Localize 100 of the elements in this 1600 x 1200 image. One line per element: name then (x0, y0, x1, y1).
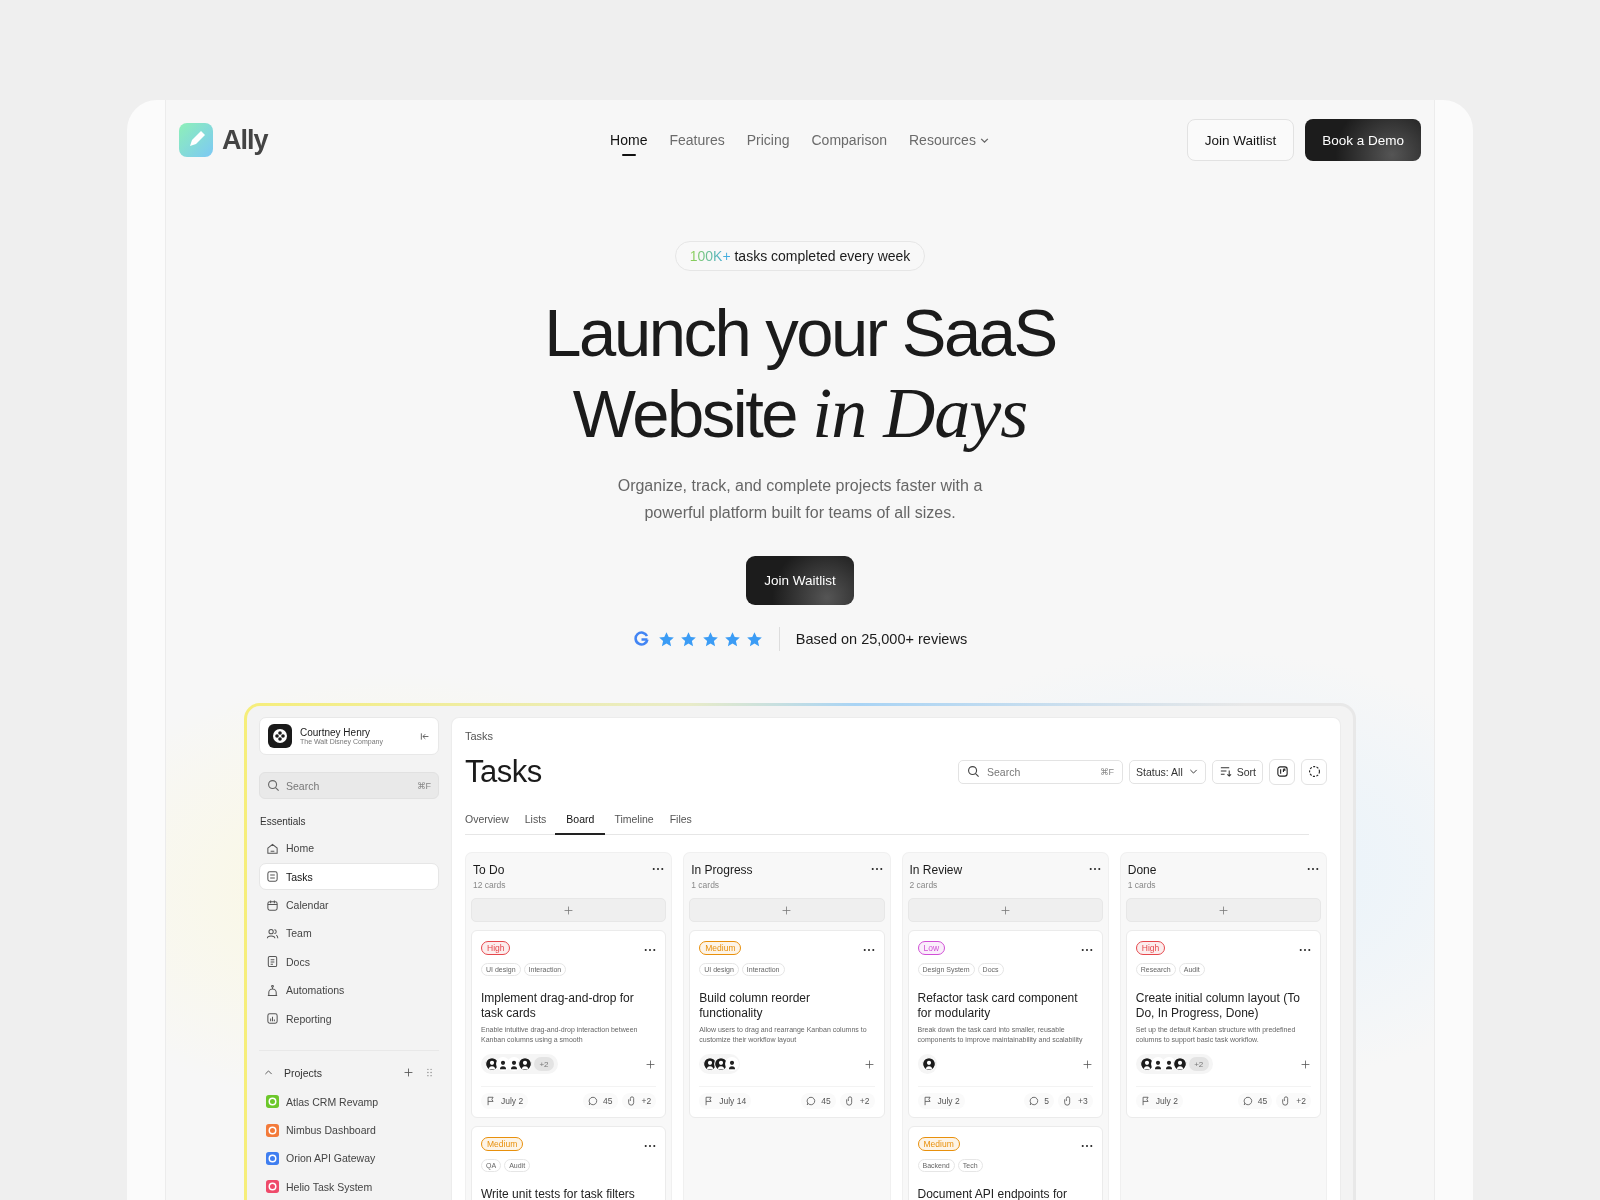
tab[interactable]: Overview (465, 810, 516, 834)
priority-tag: Medium (699, 941, 742, 955)
more-icon[interactable] (1080, 948, 1093, 952)
section-title: Essentials (259, 816, 307, 827)
page-title: Tasks (465, 754, 542, 790)
flag-icon (486, 1096, 496, 1106)
join-waitlist-button[interactable]: Join Waitlist (746, 556, 854, 605)
avatar-icon (518, 1057, 532, 1071)
tab[interactable]: Timeline (607, 810, 661, 834)
headline: Website in Days (572, 373, 1028, 454)
priority-tag: Low (917, 941, 946, 955)
shortcut-hint: ⌘F (416, 780, 431, 791)
join-waitlist-button[interactable]: Join Waitlist (1186, 119, 1295, 161)
more-icon[interactable] (862, 948, 875, 952)
due-date: July 2 (481, 1093, 529, 1109)
subtitle: powerful platform built for teams of all sizes. (644, 503, 956, 523)
avatar-icon (1172, 1057, 1187, 1071)
comment-count: 45 (801, 1093, 836, 1109)
nav-link[interactable]: Home (610, 124, 648, 156)
checklist-icon (266, 870, 279, 884)
logo-icon (179, 123, 213, 157)
plus-icon[interactable] (1081, 1058, 1093, 1070)
more-count: +2 (534, 1057, 554, 1071)
plus-icon[interactable] (403, 1067, 414, 1079)
sidebar-item[interactable]: Automations (259, 977, 439, 1004)
search-field[interactable]: Search ⌘F (259, 772, 439, 799)
company-logo-icon (268, 724, 292, 748)
card-count: 1 cards (691, 880, 721, 890)
nav-link[interactable]: Features (669, 124, 725, 156)
tab[interactable]: Board (555, 810, 606, 835)
tab[interactable]: Files (662, 810, 699, 834)
star-icon (701, 630, 719, 648)
star-icon (723, 630, 741, 648)
more-icon[interactable] (1080, 1144, 1093, 1148)
due-date: July 2 (1135, 1093, 1183, 1109)
attachment-count: +2 (621, 1093, 657, 1109)
headline: Launch your SaaS (544, 294, 1056, 372)
star-icon (679, 630, 697, 648)
card-title: Build column reorder functionality (699, 991, 811, 1021)
search-icon (267, 779, 280, 792)
search-field[interactable]: Search ⌘F (958, 759, 1124, 784)
plus-icon[interactable] (863, 1058, 875, 1070)
tab[interactable]: Lists (517, 810, 554, 834)
attachment-count: +2 (1276, 1093, 1311, 1109)
book-demo-button[interactable]: Book a Demo (1305, 119, 1421, 161)
sidebar-item[interactable]: Calendar (259, 891, 439, 919)
plus-icon[interactable] (1300, 1058, 1311, 1070)
project-item[interactable]: Nimbus Dashboard (259, 1116, 439, 1144)
section-title: Projects (284, 1066, 323, 1079)
subtitle: Organize, track, and complete projects faster with a (617, 476, 983, 496)
nav-link[interactable]: Comparison (811, 124, 887, 156)
comment-count: 5 (1024, 1093, 1055, 1109)
star-icon (657, 630, 675, 648)
people-icon (266, 926, 279, 940)
plus-icon (563, 904, 575, 916)
sidebar-item[interactable]: Tasks (259, 863, 439, 890)
card-count: 2 cards (909, 880, 939, 890)
more-icon[interactable] (1088, 867, 1101, 871)
attachment-count: +3 (1058, 1093, 1093, 1109)
paperclip-icon (844, 1096, 855, 1106)
more-icon[interactable] (644, 1144, 657, 1148)
sidebar-item[interactable]: Home (259, 835, 439, 862)
status-filter-dropdown[interactable]: Status: All (1129, 759, 1206, 784)
badge-text: tasks completed every week (734, 248, 911, 264)
more-icon[interactable] (1299, 948, 1311, 952)
sidebar-item[interactable]: Docs (259, 948, 439, 976)
card-count: 12 cards (473, 880, 506, 890)
collapse-icon[interactable] (419, 730, 430, 742)
logo-wordmark[interactable]: Ally (222, 124, 268, 156)
card-title: Document API endpoints for (917, 1187, 1068, 1200)
card-count: 1 cards (1127, 880, 1157, 890)
more-icon[interactable] (652, 867, 665, 871)
plus-icon (1217, 904, 1229, 916)
rating-text: Based on 25,000+ reviews (795, 631, 968, 647)
plus-icon[interactable] (645, 1058, 657, 1070)
project-item[interactable]: Orion API Gateway (259, 1145, 439, 1172)
drag-handle-icon[interactable] (424, 1067, 435, 1079)
priority-tag: High (1135, 941, 1166, 955)
column-title: In Progress (691, 863, 753, 877)
card-title: Implement drag-and-drop for task cards (481, 991, 635, 1021)
card-title: Create initial column layout (To Do, In Progress, Done) (1135, 991, 1301, 1021)
board-view-button[interactable] (1269, 758, 1295, 785)
more-icon[interactable] (644, 948, 657, 952)
project-item[interactable]: Helio Task System (259, 1173, 439, 1200)
due-date: July 14 (699, 1093, 752, 1109)
nav-link[interactable]: Resources (909, 124, 990, 156)
shortcut-hint: ⌘F (1099, 766, 1115, 777)
star-icon (745, 630, 763, 648)
project-item[interactable]: Atlas CRM Revamp (259, 1088, 439, 1115)
more-icon[interactable] (870, 867, 883, 871)
due-date: July 2 (917, 1093, 965, 1109)
card-title: Refactor task card component for modularity (917, 991, 1079, 1021)
sidebar-item[interactable]: Reporting (259, 1005, 439, 1032)
sort-button[interactable]: Sort (1211, 759, 1263, 784)
sidebar-item[interactable]: Team (259, 920, 439, 947)
more-icon[interactable] (1307, 867, 1319, 871)
nav-link[interactable]: Pricing (746, 124, 790, 156)
badge-highlight: 100K+ (689, 248, 731, 264)
more-count: +2 (1188, 1057, 1209, 1071)
comment-count: 45 (1237, 1093, 1273, 1109)
